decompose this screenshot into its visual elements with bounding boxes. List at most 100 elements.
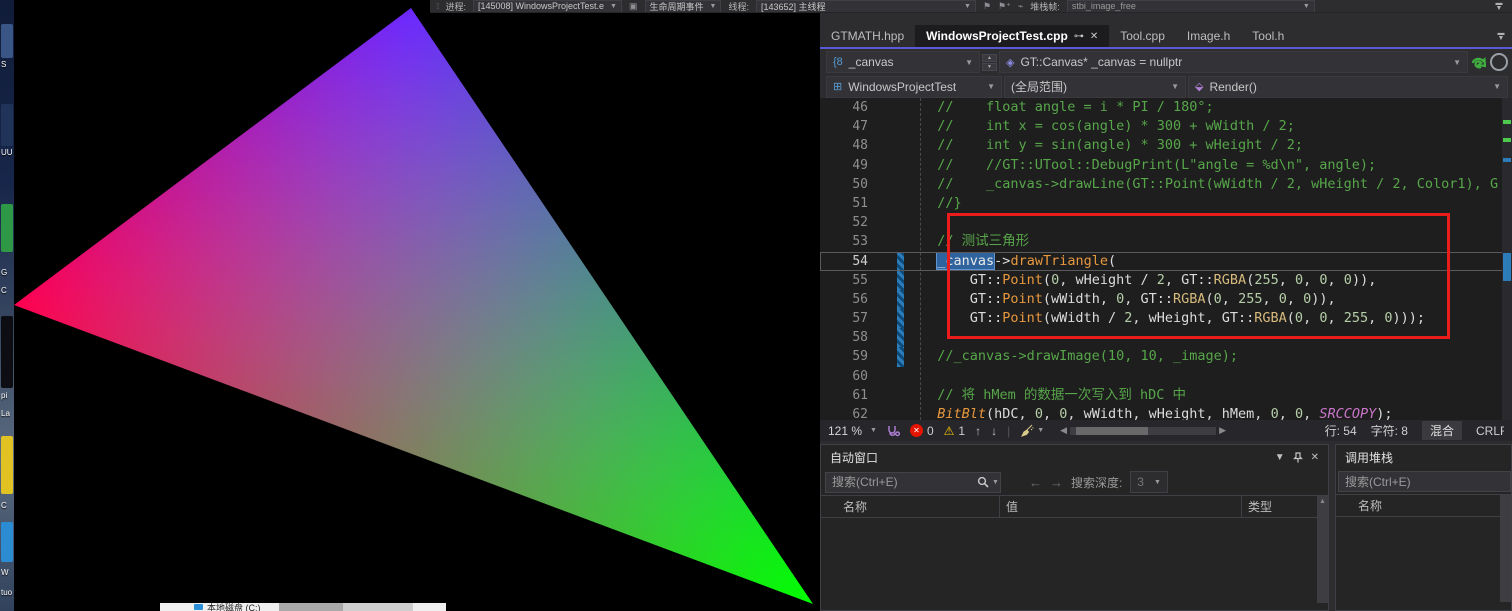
code-line-47[interactable]: 47 // int x = cos(angle) * 300 + wWidth … [820,117,1512,136]
line-number[interactable]: 48 [820,136,882,155]
back-arrow-icon[interactable]: ← [1029,475,1042,490]
eol-indicator[interactable]: CRLF [1476,424,1504,438]
warning-count[interactable]: ⚠ 1 [944,424,965,438]
line-number[interactable]: 57 [820,309,882,328]
code-editor[interactable]: 46 // float angle = i * PI / 180°;47 // … [820,98,1512,420]
process-dropdown[interactable]: [145008] WindowsProjectTest.e ▼ [473,0,622,13]
pin-icon[interactable]: ⊶ [1074,31,1084,42]
lifecycle-dropdown[interactable]: 生命周期事件 ▼ [645,0,722,13]
line-number[interactable]: 53 [820,232,882,251]
flag-plus-icon[interactable]: ⚑⁺ [998,1,1011,12]
member-dropdown[interactable]: {8 _canvas ▼ [826,51,980,73]
thread-dropdown[interactable]: [143652] 主线程 ▼ [756,0,976,13]
search-input[interactable] [1338,471,1511,492]
line-number[interactable]: 61 [820,386,882,405]
code-cleanup-icon[interactable]: ▼ [1020,424,1044,437]
declaration-dropdown[interactable]: ◈ GT::Canvas* _canvas = nullptr ▼ [999,51,1468,73]
tab-GTMATH.hpp[interactable]: GTMATH.hpp [820,25,915,47]
tab-Tool.cpp[interactable]: Tool.cpp [1109,25,1176,47]
code-line-53[interactable]: 53 // 测试三角形 [820,232,1512,251]
line-number[interactable]: 58 [820,328,882,347]
code-line-57[interactable]: 57 GT::Point(wWidth / 2, wHeight, GT::RG… [820,309,1512,328]
callstack-body[interactable] [1336,517,1511,610]
zoom-dropdown[interactable]: 121 % ▼ [828,424,877,438]
toolbar-overflow-icon[interactable]: ▬▼ [1492,1,1506,11]
input-mode-indicator[interactable]: 混合 [1422,421,1462,440]
callstack-title-bar[interactable]: 调用堆栈 [1336,445,1511,469]
code-line-59[interactable]: 59 //_canvas->drawImage(10, 10, _image); [820,347,1512,366]
code-line-48[interactable]: 48 // int y = sin(angle) * 300 + wHeight… [820,136,1512,155]
column-header-type[interactable]: 类型 [1241,496,1328,517]
next-issue-icon[interactable]: ↓ [991,424,997,438]
tab-Tool.h[interactable]: Tool.h [1241,25,1295,47]
navigate-back-icon[interactable] [1470,55,1486,70]
lifecycle-events-icon[interactable]: ▣ [629,1,638,12]
prev-issue-icon[interactable]: ↑ [975,424,981,438]
line-number[interactable]: 50 [820,175,882,194]
line-number[interactable]: 62 [820,405,882,420]
tab-WindowsProjectTest.cpp[interactable]: WindowsProjectTest.cpp⊶✕ [915,25,1109,47]
desktop-shortcut-2[interactable] [1,104,13,146]
spinner-down-icon[interactable]: ▼ [982,63,997,71]
scrollbar-track[interactable] [1070,427,1216,435]
close-icon[interactable]: ✕ [1311,452,1319,463]
code-line-60[interactable]: 60 [820,367,1512,386]
method-dropdown[interactable]: ⬙ Render() ▼ [1188,76,1508,98]
panel-scrollbar[interactable]: ▲ [1317,496,1328,603]
code-line-55[interactable]: 55 GT::Point(0, wHeight / 2, GT::RGBA(25… [820,271,1512,290]
line-number[interactable]: 49 [820,156,882,175]
autos-body[interactable] [821,518,1328,610]
desktop-shortcut-3[interactable] [1,204,13,252]
member-spinner[interactable]: ▲▼ [982,54,997,71]
desktop-shortcut-4[interactable] [1,436,13,494]
column-header-name[interactable]: 名称 [821,496,999,517]
forward-arrow-icon[interactable]: → [1050,475,1063,490]
close-icon[interactable]: ✕ [1090,31,1098,42]
code-line-54[interactable]: 54 _canvas->drawTriangle( [820,252,1512,271]
search-depth-dropdown[interactable]: 3 ▼ [1130,471,1168,493]
desktop-shortcut-1[interactable] [1,24,13,58]
code-line-62[interactable]: 62 BitBlt(hDC, 0, 0, wWidth, wHeight, hM… [820,405,1512,420]
error-count[interactable]: ✕ 0 [910,424,934,438]
flag-icon[interactable]: ⚑ [983,1,991,12]
skip-icon[interactable]: ⌁ [1018,1,1023,12]
column-header-value[interactable]: 值 [999,496,1241,517]
scroll-left-icon[interactable]: ◀ [1060,425,1067,436]
scroll-right-icon[interactable]: ▶ [1219,425,1226,436]
horizontal-scrollbar[interactable]: ◀ ▶ [1060,425,1226,436]
line-number[interactable]: 56 [820,290,882,309]
code-line-58[interactable]: 58 [820,328,1512,347]
line-number[interactable]: 54 [820,252,882,271]
desktop-shortcut-5[interactable] [1,522,13,562]
line-number[interactable]: 55 [820,271,882,290]
code-line-51[interactable]: 51 //} [820,194,1512,213]
editor-scrollbar[interactable] [1502,98,1512,420]
column-header-name[interactable]: 名称 [1336,495,1511,516]
selected-word[interactable]: _canvas [937,253,994,269]
line-number[interactable]: 51 [820,194,882,213]
line-number[interactable]: 46 [820,98,882,117]
project-dropdown[interactable]: ⊞ WindowsProjectTest ▼ [826,76,1002,98]
line-number[interactable]: 60 [820,367,882,386]
code-line-46[interactable]: 46 // float angle = i * PI / 180°; [820,98,1512,117]
tab-overflow-icon[interactable]: ▬▼ [1490,25,1512,47]
code-line-50[interactable]: 50 // _canvas->drawLine(GT::Point(wWidth… [820,175,1512,194]
window-menu-icon[interactable]: ▼ [1275,452,1285,463]
stack-frame-dropdown[interactable]: stbi_image_free ▼ [1067,0,1315,13]
autos-title-bar[interactable]: 自动窗口 ▼ ✕ [821,445,1328,469]
spinner-up-icon[interactable]: ▲ [982,54,997,62]
search-options[interactable]: ▼ [977,476,999,488]
panel-scrollbar[interactable] [1500,495,1511,602]
search-input[interactable] [825,472,1001,493]
code-line-56[interactable]: 56 GT::Point(wWidth, 0, GT::RGBA(0, 255,… [820,290,1512,309]
toolbar-grip[interactable]: ⁞⁞ [436,2,438,11]
code-line-49[interactable]: 49 // //GT::UTool::DebugPrint(L"angle = … [820,156,1512,175]
scrollbar-thumb[interactable] [1076,427,1148,435]
tab-Image.h[interactable]: Image.h [1176,25,1241,47]
code-line-52[interactable]: 52 [820,213,1512,232]
line-number[interactable]: 47 [820,117,882,136]
line-number[interactable]: 59 [820,347,882,366]
explorer-window-sliver[interactable]: 本地磁盘 (C:) [160,603,446,611]
line-number[interactable]: 52 [820,213,882,232]
desktop-window-fragment[interactable] [1,316,13,388]
